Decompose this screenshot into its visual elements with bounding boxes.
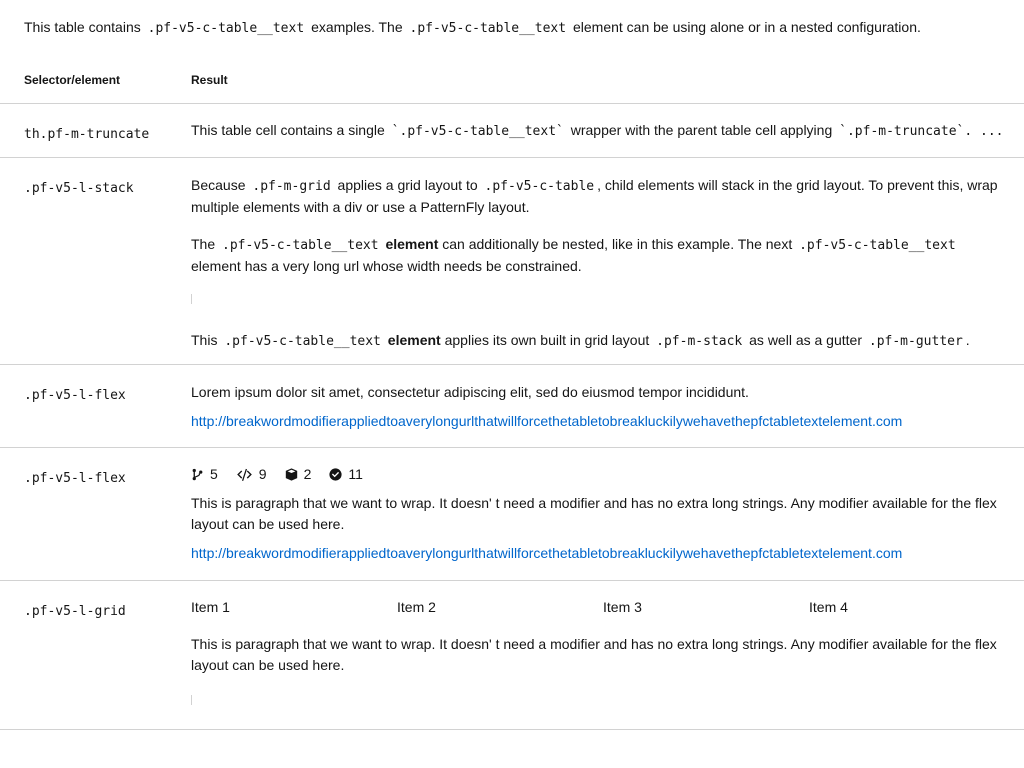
table-caption: This table contains .pf-v5-c-table__text… bbox=[24, 16, 1000, 40]
code-branch-icon bbox=[192, 468, 203, 480]
stat-item: 2 bbox=[285, 464, 312, 485]
table-row: .pf-v5-l-stack Because .pf-m-grid applie… bbox=[0, 158, 1024, 365]
table-row: th.pf-m-truncate This table cell contain… bbox=[0, 104, 1024, 158]
grid-item: Item 1 bbox=[191, 599, 230, 615]
result-text: Lorem ipsum dolor sit amet, consectetur … bbox=[191, 384, 749, 400]
caption-code: .pf-v5-c-table__text bbox=[147, 21, 305, 36]
result-code: .pf-m-grid bbox=[252, 179, 331, 194]
grid-item: Item 3 bbox=[603, 599, 642, 615]
selector-cell: .pf-v5-l-flex bbox=[24, 471, 126, 486]
selector-cell: th.pf-m-truncate bbox=[24, 127, 150, 142]
grid-item: Item 2 bbox=[397, 599, 436, 615]
result-cell: Lorem ipsum dolor sit amet, consectetur … bbox=[191, 382, 1001, 432]
result-cell: Because .pf-m-grid applies a grid layout… bbox=[191, 175, 1001, 352]
result-code: .pf-v5-c-table bbox=[484, 179, 595, 194]
result-code: .pf-v5-c-table__text bbox=[224, 334, 381, 349]
result-paragraph: This .pf-v5-c-table__text element applie… bbox=[191, 330, 1001, 352]
result-text: This bbox=[191, 332, 218, 348]
empty-text-placeholder bbox=[191, 695, 192, 705]
stats-group: 5 9 2 11 bbox=[191, 464, 1001, 484]
stat-item: 5 bbox=[191, 464, 218, 485]
selector-cell: .pf-v5-l-stack bbox=[24, 181, 134, 196]
result-code: `.pf-v5-c-table__text` bbox=[391, 124, 564, 139]
grid-items: Item 1 Item 2 Item 3 Item 4 bbox=[191, 597, 1001, 618]
caption-text: examples. The bbox=[311, 19, 403, 35]
result-paragraph: The .pf-v5-c-table__text element can add… bbox=[191, 234, 1001, 277]
result-text: can additionally be nested, like in this… bbox=[442, 236, 793, 252]
result-text: . bbox=[965, 332, 970, 348]
selector-cell: .pf-v5-l-grid bbox=[24, 604, 126, 619]
result-code: .pf-v5-c-table__text bbox=[222, 238, 379, 253]
result-paragraph: Because .pf-m-grid applies a grid layout… bbox=[191, 175, 1001, 218]
result-code: .pf-m-gutter bbox=[868, 334, 963, 349]
cube-icon bbox=[285, 467, 297, 481]
result-text: This table cell contains a single bbox=[191, 122, 385, 138]
result-cell: Item 1 Item 2 Item 3 Item 4 This is para… bbox=[191, 597, 1001, 705]
column-header-selector: Selector/element bbox=[24, 73, 121, 87]
result-cell: 5 9 2 11 This is paragraph that we want … bbox=[191, 464, 1001, 564]
result-text: This is paragraph that we want to wrap. … bbox=[191, 495, 997, 532]
result-cell: This table cell contains a single `.pf-v… bbox=[191, 120, 1004, 142]
stat-item: 9 bbox=[236, 464, 267, 485]
caption-code: .pf-v5-c-table__text bbox=[409, 21, 567, 36]
result-bold: element bbox=[387, 332, 441, 348]
check-circle-icon bbox=[329, 467, 342, 481]
result-text: element has a very long url whose width … bbox=[191, 258, 582, 274]
code-icon bbox=[236, 468, 252, 481]
empty-text-placeholder bbox=[191, 294, 192, 304]
result-text: applies a grid layout to bbox=[337, 177, 478, 193]
column-header-result: Result bbox=[191, 73, 228, 87]
stat-value: 9 bbox=[258, 465, 267, 482]
result-text: as well as a gutter bbox=[749, 332, 862, 348]
result-code: .pf-v5-c-table__text bbox=[799, 238, 956, 253]
result-code: `.pf-m-truncate`. ... bbox=[839, 124, 1004, 139]
caption-text: element can be using alone or in a neste… bbox=[572, 19, 921, 35]
long-url-link[interactable]: http://breakwordmodifierappliedtoaverylo… bbox=[191, 413, 902, 429]
stat-value: 11 bbox=[348, 465, 363, 482]
caption-text: This table contains bbox=[24, 19, 141, 35]
table-row: .pf-v5-l-flex Lorem ipsum dolor sit amet… bbox=[0, 365, 1024, 448]
stat-value: 5 bbox=[210, 465, 218, 482]
result-text: The bbox=[191, 236, 216, 252]
result-bold: element bbox=[385, 236, 439, 252]
grid-item: Item 4 bbox=[809, 599, 848, 615]
result-code: .pf-m-stack bbox=[656, 334, 743, 349]
long-url-link[interactable]: http://breakwordmodifierappliedtoaverylo… bbox=[191, 545, 902, 561]
result-text: applies its own built in grid layout bbox=[444, 332, 650, 348]
table-row: .pf-v5-l-flex 5 9 2 11 This is paragraph… bbox=[0, 448, 1024, 581]
selector-cell: .pf-v5-l-flex bbox=[24, 388, 126, 403]
table-row: .pf-v5-l-grid Item 1 Item 2 Item 3 Item … bbox=[0, 581, 1024, 730]
stat-value: 2 bbox=[303, 465, 312, 482]
result-text: This is paragraph that we want to wrap. … bbox=[191, 636, 997, 673]
result-text: Because bbox=[191, 177, 246, 193]
result-text: wrapper with the parent table cell apply… bbox=[570, 122, 833, 138]
stat-item: 11 bbox=[329, 464, 363, 485]
table-header: Selector/element Result bbox=[0, 66, 1024, 104]
